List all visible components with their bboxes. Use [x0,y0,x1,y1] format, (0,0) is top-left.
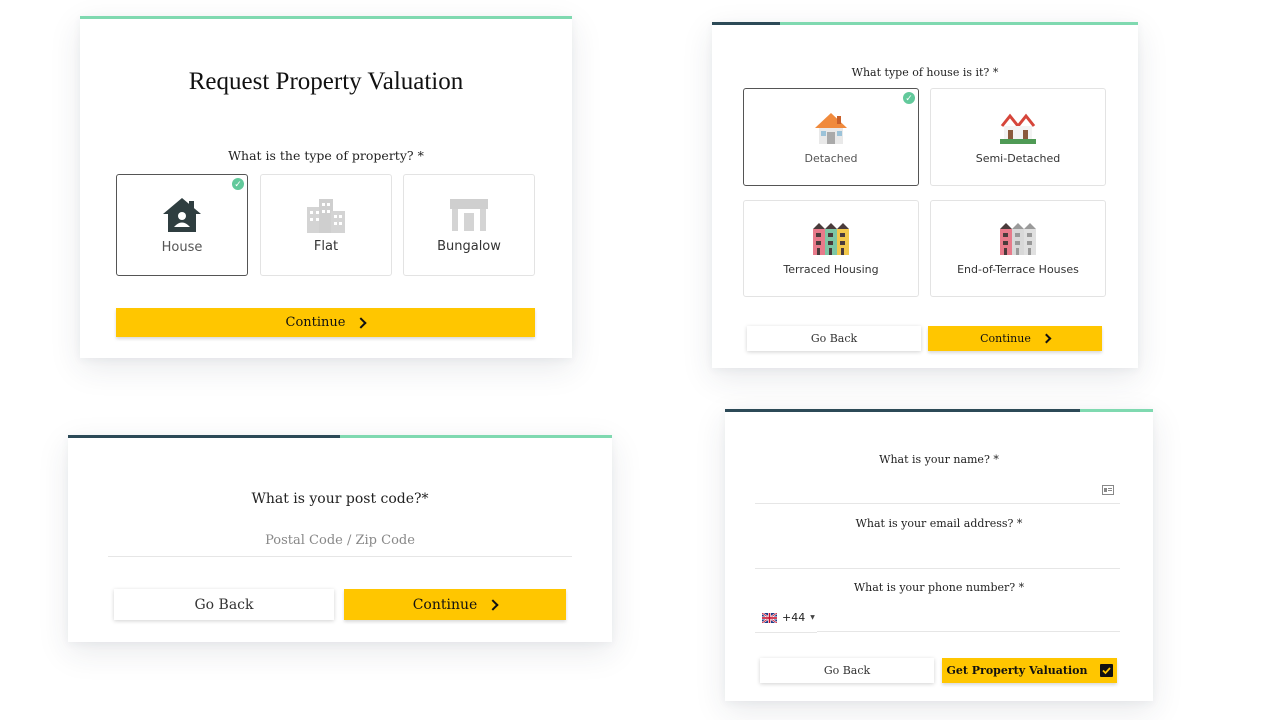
option-detached[interactable]: ✓ Detached [743,88,919,186]
phone-question: What is your phone number? * [853,581,1025,594]
page-title: Request Property Valuation [188,68,464,95]
option-end-of-terrace[interactable]: End-of-Terrace Houses [930,200,1106,297]
phone-country-selector[interactable]: +44 ▼ [762,611,815,624]
go-back-button[interactable]: Go Back [114,589,334,620]
terraced-housing-icon [813,223,849,255]
option-semi-detached[interactable]: Semi-Detached [930,88,1106,186]
selected-check-icon: ✓ [903,92,915,104]
end-of-terrace-icon [1000,223,1036,255]
continue-label: Continue [285,315,346,330]
chevron-right-icon [355,316,368,329]
go-back-button[interactable]: Go Back [760,658,934,683]
continue-button[interactable]: Continue [116,308,535,337]
go-back-label: Go Back [823,664,871,677]
uk-flag-icon [762,612,777,623]
contact-details-card: What is your name? * What is your email … [725,409,1153,701]
go-back-label: Go Back [194,596,254,613]
email-input[interactable] [755,542,1120,569]
house-icon [163,197,201,232]
property-type-card: Request Property Valuation What is the t… [80,16,572,358]
postcode-question: What is your post code?* [251,491,429,507]
get-valuation-button[interactable]: Get Property Valuation [942,658,1117,683]
go-back-button[interactable]: Go Back [747,326,921,351]
progress-bar [712,22,1138,25]
email-question: What is your email address? * [855,517,1023,530]
house-type-card: What type of house is it? * ✓ Detached S… [712,22,1138,368]
progress-bar [68,435,612,438]
checkbox-checked-icon [1099,664,1113,677]
option-terraced[interactable]: Terraced Housing [743,200,919,297]
postcode-input[interactable] [108,525,572,557]
go-back-label: Go Back [810,332,858,345]
selected-check-icon: ✓ [232,178,244,190]
detached-house-icon [815,112,847,144]
option-label: Detached [804,151,858,165]
phone-input[interactable] [817,605,1120,632]
chevron-right-icon [487,598,499,611]
get-valuation-label: Get Property Valuation [946,664,1088,677]
caret-down-icon: ▼ [810,614,815,621]
phone-prefix: +44 [782,611,806,624]
option-label: End-of-Terrace Houses [957,263,1079,276]
option-bungalow[interactable]: Bungalow [403,174,535,276]
continue-label: Continue [412,596,478,613]
name-input[interactable] [755,477,1120,504]
continue-button[interactable]: Continue [928,326,1102,351]
continue-button[interactable]: Continue [344,589,566,620]
contact-card-icon [1102,485,1114,495]
house-type-question: What type of house is it? * [851,66,999,79]
option-house[interactable]: ✓ House [116,174,248,276]
option-label: Bungalow [437,238,501,254]
option-label: Semi-Detached [975,151,1061,165]
option-label: Terraced Housing [783,263,879,276]
progress-bar [725,409,1153,412]
option-flat[interactable]: Flat [260,174,392,276]
semi-detached-house-icon [1000,113,1036,144]
option-label: Flat [313,238,339,254]
chevron-right-icon [1041,333,1052,344]
phone-underline [755,632,817,633]
option-label: House [161,239,203,255]
bungalow-icon [450,198,488,231]
progress-bar [80,16,572,19]
postcode-card: What is your post code?* Go Back Continu… [68,435,612,642]
flat-building-icon [307,198,345,233]
continue-label: Continue [980,332,1031,345]
name-question: What is your name? * [879,453,999,466]
property-type-question: What is the type of property? * [228,148,424,163]
